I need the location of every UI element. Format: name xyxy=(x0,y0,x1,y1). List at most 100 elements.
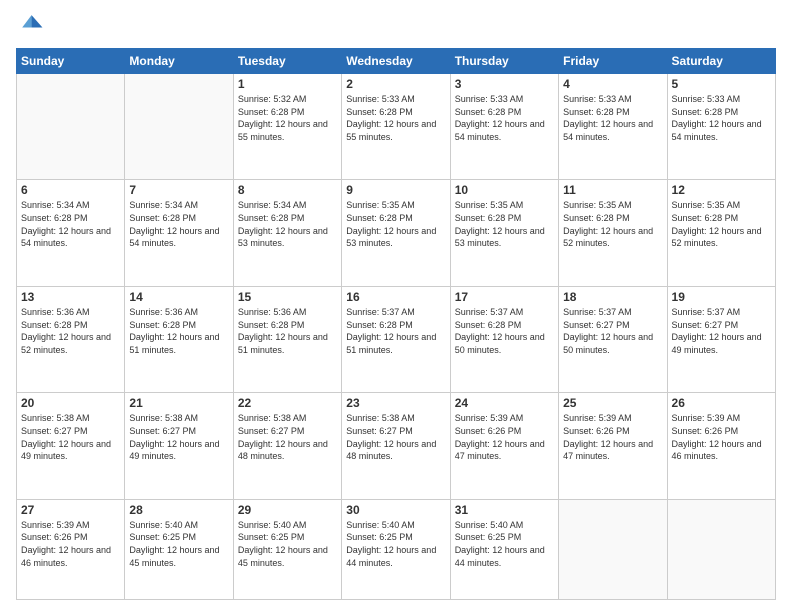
weekday-header-friday: Friday xyxy=(559,49,667,74)
calendar-cell: 3Sunrise: 5:33 AM Sunset: 6:28 PM Daylig… xyxy=(450,74,558,180)
day-number: 7 xyxy=(129,183,228,197)
day-info: Sunrise: 5:33 AM Sunset: 6:28 PM Dayligh… xyxy=(455,93,554,143)
day-number: 15 xyxy=(238,290,337,304)
day-info: Sunrise: 5:39 AM Sunset: 6:26 PM Dayligh… xyxy=(455,412,554,462)
calendar-cell: 29 Sunrise: 5:40 AM Sunset: 6:25 PM Dayli… xyxy=(233,499,341,599)
calendar-cell: 20Sunrise: 5:38 AM Sunset: 6:27 PM Dayli… xyxy=(17,393,125,499)
calendar-cell: 27 Sunrise: 5:39 AM Sunset: 6:26 PM Dayli… xyxy=(17,499,125,599)
day-number: 10 xyxy=(455,183,554,197)
day-info: Sunrise: 5:40 AM Sunset: 6:25 PM Dayligh… xyxy=(346,519,445,569)
calendar-cell: 17 Sunrise: 5:37 AM Sunset: 6:28 PM Dayli… xyxy=(450,286,558,392)
day-info: Sunrise: 5:39 AM Sunset: 6:26 PM Dayligh… xyxy=(21,519,120,569)
calendar-cell: 31 Sunrise: 5:40 AM Sunset: 6:25 PM Dayli… xyxy=(450,499,558,599)
calendar-cell: 13 Sunrise: 5:36 AM Sunset: 6:28 PM Dayli… xyxy=(17,286,125,392)
page: SundayMondayTuesdayWednesdayThursdayFrid… xyxy=(0,0,792,612)
calendar-week-row: 20Sunrise: 5:38 AM Sunset: 6:27 PM Dayli… xyxy=(17,393,776,499)
day-number: 28 xyxy=(129,503,228,517)
day-number: 8 xyxy=(238,183,337,197)
calendar-cell xyxy=(667,499,775,599)
day-info: Sunrise: 5:33 AM Sunset: 6:28 PM Dayligh… xyxy=(346,93,445,143)
day-number: 29 xyxy=(238,503,337,517)
logo-icon xyxy=(16,12,44,40)
weekday-header-thursday: Thursday xyxy=(450,49,558,74)
day-info: Sunrise: 5:33 AM Sunset: 6:28 PM Dayligh… xyxy=(672,93,771,143)
calendar-cell: 4Sunrise: 5:33 AM Sunset: 6:28 PM Daylig… xyxy=(559,74,667,180)
weekday-header-sunday: Sunday xyxy=(17,49,125,74)
day-info: Sunrise: 5:37 AM Sunset: 6:28 PM Dayligh… xyxy=(346,306,445,356)
day-number: 31 xyxy=(455,503,554,517)
day-info: Sunrise: 5:40 AM Sunset: 6:25 PM Dayligh… xyxy=(238,519,337,569)
weekday-header-wednesday: Wednesday xyxy=(342,49,450,74)
day-info: Sunrise: 5:33 AM Sunset: 6:28 PM Dayligh… xyxy=(563,93,662,143)
calendar-cell: 9 Sunrise: 5:35 AM Sunset: 6:28 PM Daylig… xyxy=(342,180,450,286)
day-info: Sunrise: 5:34 AM Sunset: 6:28 PM Dayligh… xyxy=(21,199,120,249)
day-info: Sunrise: 5:35 AM Sunset: 6:28 PM Dayligh… xyxy=(672,199,771,249)
calendar-cell: 15 Sunrise: 5:36 AM Sunset: 6:28 PM Dayli… xyxy=(233,286,341,392)
calendar-cell xyxy=(17,74,125,180)
calendar-cell: 24 Sunrise: 5:39 AM Sunset: 6:26 PM Dayli… xyxy=(450,393,558,499)
day-number: 5 xyxy=(672,77,771,91)
calendar-cell: 26Sunrise: 5:39 AM Sunset: 6:26 PM Dayli… xyxy=(667,393,775,499)
day-number: 14 xyxy=(129,290,228,304)
day-info: Sunrise: 5:38 AM Sunset: 6:27 PM Dayligh… xyxy=(21,412,120,462)
calendar-cell: 1 Sunrise: 5:32 AM Sunset: 6:28 PM Daylig… xyxy=(233,74,341,180)
day-number: 12 xyxy=(672,183,771,197)
calendar-table: SundayMondayTuesdayWednesdayThursdayFrid… xyxy=(16,48,776,600)
calendar-cell: 12 Sunrise: 5:35 AM Sunset: 6:28 PM Dayli… xyxy=(667,180,775,286)
header xyxy=(16,12,776,40)
day-number: 6 xyxy=(21,183,120,197)
day-number: 18 xyxy=(563,290,662,304)
day-number: 21 xyxy=(129,396,228,410)
day-info: Sunrise: 5:35 AM Sunset: 6:28 PM Dayligh… xyxy=(455,199,554,249)
day-info: Sunrise: 5:32 AM Sunset: 6:28 PM Dayligh… xyxy=(238,93,337,143)
day-info: Sunrise: 5:36 AM Sunset: 6:28 PM Dayligh… xyxy=(21,306,120,356)
calendar-header-row: SundayMondayTuesdayWednesdayThursdayFrid… xyxy=(17,49,776,74)
day-number: 16 xyxy=(346,290,445,304)
calendar-cell: 21Sunrise: 5:38 AM Sunset: 6:27 PM Dayli… xyxy=(125,393,233,499)
day-info: Sunrise: 5:40 AM Sunset: 6:25 PM Dayligh… xyxy=(455,519,554,569)
calendar-cell: 19Sunrise: 5:37 AM Sunset: 6:27 PM Dayli… xyxy=(667,286,775,392)
day-info: Sunrise: 5:37 AM Sunset: 6:27 PM Dayligh… xyxy=(563,306,662,356)
calendar-cell xyxy=(125,74,233,180)
calendar-cell: 7 Sunrise: 5:34 AM Sunset: 6:28 PM Daylig… xyxy=(125,180,233,286)
day-number: 17 xyxy=(455,290,554,304)
day-info: Sunrise: 5:39 AM Sunset: 6:26 PM Dayligh… xyxy=(563,412,662,462)
calendar-cell: 8 Sunrise: 5:34 AM Sunset: 6:28 PM Daylig… xyxy=(233,180,341,286)
day-number: 9 xyxy=(346,183,445,197)
day-info: Sunrise: 5:36 AM Sunset: 6:28 PM Dayligh… xyxy=(238,306,337,356)
day-info: Sunrise: 5:34 AM Sunset: 6:28 PM Dayligh… xyxy=(129,199,228,249)
calendar-cell: 6 Sunrise: 5:34 AM Sunset: 6:28 PM Daylig… xyxy=(17,180,125,286)
calendar-cell: 2 Sunrise: 5:33 AM Sunset: 6:28 PM Daylig… xyxy=(342,74,450,180)
calendar-cell: 30Sunrise: 5:40 AM Sunset: 6:25 PM Dayli… xyxy=(342,499,450,599)
calendar-cell: 14 Sunrise: 5:36 AM Sunset: 6:28 PM Dayli… xyxy=(125,286,233,392)
day-number: 25 xyxy=(563,396,662,410)
day-info: Sunrise: 5:40 AM Sunset: 6:25 PM Dayligh… xyxy=(129,519,228,569)
day-info: Sunrise: 5:35 AM Sunset: 6:28 PM Dayligh… xyxy=(563,199,662,249)
day-info: Sunrise: 5:38 AM Sunset: 6:27 PM Dayligh… xyxy=(346,412,445,462)
day-number: 13 xyxy=(21,290,120,304)
calendar-cell: 16 Sunrise: 5:37 AM Sunset: 6:28 PM Dayli… xyxy=(342,286,450,392)
calendar-cell: 18 Sunrise: 5:37 AM Sunset: 6:27 PM Dayli… xyxy=(559,286,667,392)
day-info: Sunrise: 5:37 AM Sunset: 6:28 PM Dayligh… xyxy=(455,306,554,356)
day-info: Sunrise: 5:34 AM Sunset: 6:28 PM Dayligh… xyxy=(238,199,337,249)
calendar-cell: 10 Sunrise: 5:35 AM Sunset: 6:28 PM Dayli… xyxy=(450,180,558,286)
calendar-cell: 28 Sunrise: 5:40 AM Sunset: 6:25 PM Dayli… xyxy=(125,499,233,599)
logo xyxy=(16,12,48,40)
day-info: Sunrise: 5:38 AM Sunset: 6:27 PM Dayligh… xyxy=(238,412,337,462)
calendar-cell: 22 Sunrise: 5:38 AM Sunset: 6:27 PM Dayli… xyxy=(233,393,341,499)
day-number: 22 xyxy=(238,396,337,410)
day-number: 23 xyxy=(346,396,445,410)
calendar-cell: 11Sunrise: 5:35 AM Sunset: 6:28 PM Dayli… xyxy=(559,180,667,286)
day-info: Sunrise: 5:35 AM Sunset: 6:28 PM Dayligh… xyxy=(346,199,445,249)
day-number: 27 xyxy=(21,503,120,517)
day-info: Sunrise: 5:37 AM Sunset: 6:27 PM Dayligh… xyxy=(672,306,771,356)
weekday-header-tuesday: Tuesday xyxy=(233,49,341,74)
day-number: 1 xyxy=(238,77,337,91)
calendar-cell xyxy=(559,499,667,599)
calendar-cell: 5 Sunrise: 5:33 AM Sunset: 6:28 PM Daylig… xyxy=(667,74,775,180)
day-number: 24 xyxy=(455,396,554,410)
day-number: 2 xyxy=(346,77,445,91)
day-info: Sunrise: 5:36 AM Sunset: 6:28 PM Dayligh… xyxy=(129,306,228,356)
day-info: Sunrise: 5:39 AM Sunset: 6:26 PM Dayligh… xyxy=(672,412,771,462)
calendar-cell: 23 Sunrise: 5:38 AM Sunset: 6:27 PM Dayli… xyxy=(342,393,450,499)
